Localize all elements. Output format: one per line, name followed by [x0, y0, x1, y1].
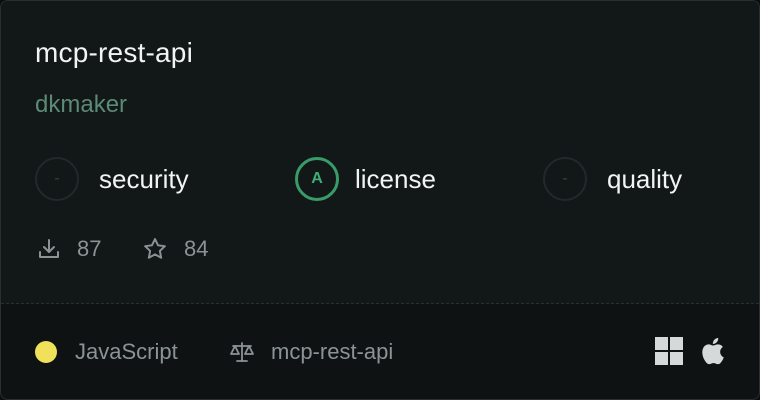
- card-footer: JavaScript mcp-rest-api: [1, 304, 759, 399]
- apple-icon: [702, 337, 724, 365]
- language-info: JavaScript: [35, 337, 178, 367]
- license-name: mcp-rest-api: [271, 339, 394, 364]
- language-name: JavaScript: [75, 339, 178, 364]
- stars-stat: 84: [142, 235, 208, 263]
- scale-icon: [230, 342, 254, 362]
- quality-grade-badge: -: [543, 157, 587, 201]
- language-color-dot: [35, 341, 57, 363]
- quality-score: - quality: [543, 155, 682, 203]
- security-score: - security: [35, 155, 189, 203]
- quality-label: quality: [607, 163, 683, 194]
- star-icon: [144, 238, 166, 259]
- security-label: security: [99, 163, 189, 194]
- license-label: license: [355, 163, 436, 194]
- security-grade-badge: -: [35, 157, 79, 201]
- server-card[interactable]: mcp-rest-api dkmaker - security A licens…: [0, 0, 760, 400]
- stars-count: 84: [184, 236, 209, 261]
- server-title[interactable]: mcp-rest-api: [35, 37, 193, 69]
- server-author[interactable]: dkmaker: [35, 91, 127, 119]
- windows-icon: [655, 337, 683, 365]
- download-icon: [39, 239, 59, 258]
- license-info: mcp-rest-api: [229, 337, 393, 367]
- license-grade-badge: A: [295, 157, 339, 201]
- downloads-stat: 87: [37, 235, 101, 263]
- license-score: A license: [295, 155, 436, 203]
- card-header: mcp-rest-api dkmaker - security A licens…: [1, 1, 759, 303]
- downloads-count: 87: [77, 236, 102, 261]
